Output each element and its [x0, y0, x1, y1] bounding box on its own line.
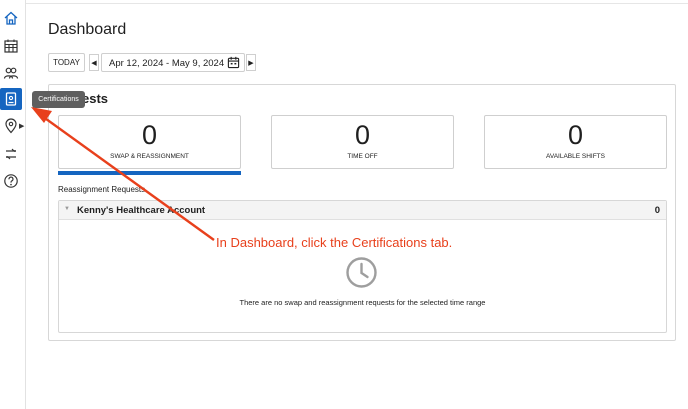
time-off-card[interactable]: 0 TIME OFF — [271, 115, 454, 169]
location-pin-icon — [5, 118, 17, 134]
sidebar-item-people[interactable] — [0, 62, 22, 84]
sidebar-item-schedule[interactable] — [0, 35, 22, 57]
calendar-icon[interactable] — [227, 56, 240, 69]
collapse-caret-icon[interactable]: ▼ — [64, 206, 70, 212]
swap-reassignment-card[interactable]: 0 SWAP & REASSIGNMENT — [58, 115, 241, 169]
top-divider — [26, 3, 688, 4]
card-label: AVAILABLE SHIFTS — [545, 153, 605, 160]
page-title: Dashboard — [48, 21, 127, 38]
account-count: 0 — [654, 205, 660, 216]
panel-title: ests — [82, 91, 109, 106]
card-count: 0 — [354, 120, 371, 150]
available-shifts-card[interactable]: 0 AVAILABLE SHIFTS — [484, 115, 667, 169]
date-range-picker[interactable]: Apr 12, 2024 - May 9, 2024 — [101, 53, 245, 72]
card-count: 0 — [141, 120, 158, 150]
certifications-icon — [5, 92, 17, 106]
sidebar-item-certifications[interactable] — [0, 88, 22, 110]
help-icon — [4, 174, 18, 188]
home-icon — [4, 11, 18, 25]
section-label: Reassignment Requests — [58, 185, 146, 194]
calendar-grid-icon — [4, 39, 18, 53]
card-label: TIME OFF — [347, 153, 378, 160]
sidebar-item-swaps[interactable] — [0, 143, 22, 165]
annotation-callout: In Dashboard, click the Certifications t… — [216, 235, 453, 250]
date-range-text: Apr 12, 2024 - May 9, 2024 — [109, 58, 225, 69]
certifications-tooltip: Certifications — [32, 91, 85, 108]
next-range-button[interactable]: ▶ — [246, 54, 256, 71]
clock-icon — [346, 257, 377, 288]
account-header[interactable]: ▼ Kenny's Healthcare Account 0 — [59, 201, 666, 220]
chevron-right-icon: ▶ — [19, 123, 25, 130]
sidebar-item-help[interactable] — [0, 170, 22, 192]
sidebar: ▶ — [0, 0, 26, 409]
selected-card-indicator — [58, 171, 241, 175]
prev-range-button[interactable]: ◀ — [89, 54, 99, 71]
today-button[interactable]: TODAY — [48, 53, 85, 72]
people-icon — [3, 67, 19, 79]
card-label: SWAP & REASSIGNMENT — [110, 153, 189, 160]
card-count: 0 — [567, 120, 584, 150]
empty-state-message: There are no swap and reassignment reque… — [239, 298, 486, 307]
sidebar-item-home[interactable] — [0, 7, 22, 29]
swap-icon — [6, 148, 16, 160]
account-name: Kenny's Healthcare Account — [77, 205, 206, 216]
